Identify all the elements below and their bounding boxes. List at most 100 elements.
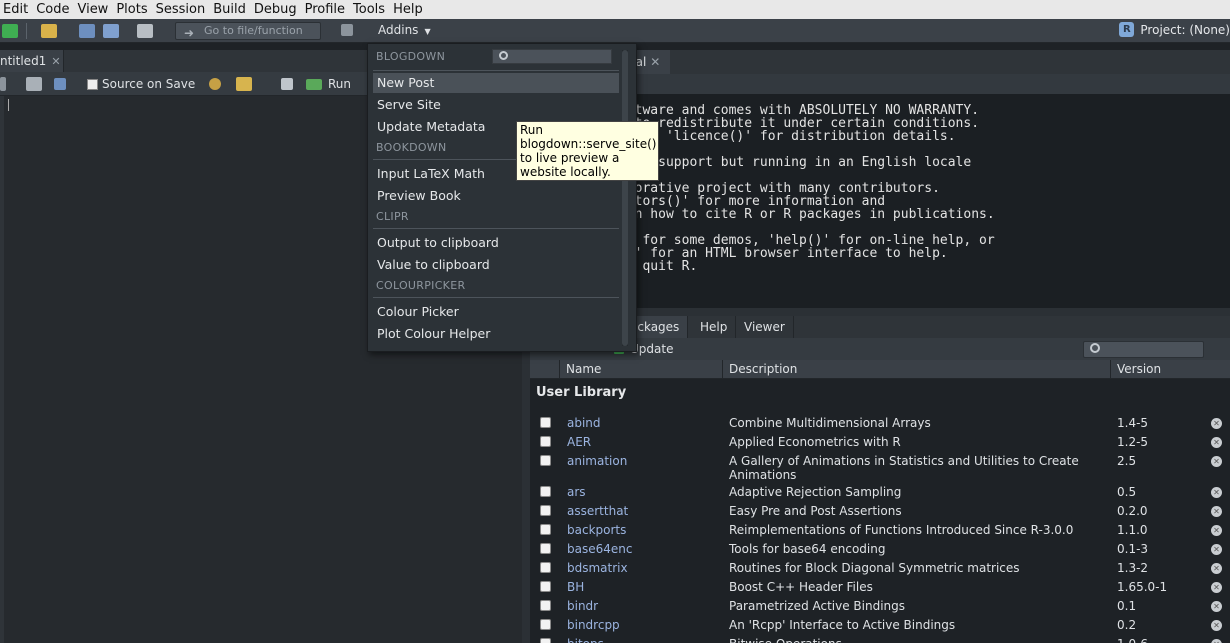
menu-item-new-post[interactable]: New Post [373,73,619,93]
back-icon[interactable] [0,76,6,91]
menu-item-colour-picker[interactable]: Colour Picker [373,302,619,322]
menu-tools[interactable]: Tools [350,0,390,19]
remove-package-icon[interactable]: ✕ [1211,506,1222,517]
package-checkbox[interactable] [540,600,551,611]
package-checkbox[interactable] [540,543,551,554]
package-name[interactable]: assertthat [567,504,628,518]
remove-package-icon[interactable]: ✕ [1211,437,1222,448]
save-icon[interactable] [54,77,66,90]
remove-package-icon[interactable]: ✕ [1211,525,1222,536]
search-icon[interactable] [209,78,221,90]
package-checkbox[interactable] [540,417,551,428]
save-all-icon[interactable] [103,23,119,38]
menu-build[interactable]: Build [210,0,251,19]
magic-wand-icon[interactable] [236,77,252,91]
package-name[interactable]: bitops [567,637,604,643]
packages-search-input[interactable] [1083,341,1204,358]
remove-package-icon[interactable]: ✕ [1211,582,1222,593]
table-row: abind Combine Multidimensional Arrays 1.4-… [530,414,1230,433]
addin-tooltip: Run blogdown::serve_site() to live previ… [516,121,659,181]
package-checkbox[interactable] [540,486,551,497]
remove-package-icon[interactable]: ✕ [1211,601,1222,612]
remove-package-icon[interactable]: ✕ [1211,639,1222,643]
scrollbar-thumb[interactable] [622,50,628,346]
package-checkbox[interactable] [540,562,551,573]
table-row: ars Adaptive Rejection Sampling 0.5 ✕ [530,483,1230,502]
project-selector[interactable]: R Project: (None) [1119,22,1230,37]
remove-package-icon[interactable]: ✕ [1211,487,1222,498]
menu-help[interactable]: Help [390,0,428,19]
package-checkbox[interactable] [540,436,551,447]
package-version: 1.65.0-1 [1117,580,1168,594]
tab-viewer[interactable]: Viewer [736,316,794,338]
addins-button[interactable]: Addins ▼ [378,23,431,37]
grid-layout-icon[interactable] [341,24,353,36]
run-button[interactable]: Run [306,77,351,91]
menu-profile[interactable]: Profile [302,0,350,19]
menu-scrollbar[interactable] [622,50,628,346]
close-icon[interactable]: ✕ [51,55,60,68]
tab-help[interactable]: Help [692,316,737,338]
show-in-window-icon[interactable] [26,76,42,91]
print-icon[interactable] [137,23,153,38]
remove-package-icon[interactable]: ✕ [1211,563,1222,574]
package-name[interactable]: abind [567,416,601,430]
close-icon[interactable]: ✕ [650,55,660,69]
addins-search-input[interactable] [492,49,612,64]
package-name[interactable]: ars [567,485,586,499]
table-row: assertthat Easy Pre and Post Assertions 0.… [530,502,1230,521]
package-name[interactable]: backports [567,523,626,537]
menu-item-preview-book[interactable]: Preview Book [373,186,619,206]
column-description[interactable]: Description [722,360,1111,379]
package-checkbox[interactable] [540,581,551,592]
menu-bar: Edit Code View Plots Session Build Debug… [0,0,1230,19]
goto-file-input[interactable]: ➜ Go to file/function [175,22,321,40]
main-toolbar: ➜ Go to file/function Addins ▼ R Project:… [0,19,1230,43]
editor-gutter [0,96,4,643]
column-name[interactable]: Name [559,360,723,379]
package-name[interactable]: BH [567,580,584,594]
package-checkbox[interactable] [540,524,551,535]
menu-edit[interactable]: Edit [0,0,33,19]
package-version: 0.1 [1117,599,1137,613]
package-description: Parametrized Active Bindings [729,599,906,613]
package-checkbox[interactable] [540,505,551,516]
menu-item-output-to-clipboard[interactable]: Output to clipboard [373,233,619,253]
remove-package-icon[interactable]: ✕ [1211,620,1222,631]
remove-package-icon[interactable]: ✕ [1211,544,1222,555]
checkbox-box[interactable] [87,78,98,90]
menu-view[interactable]: View [74,0,113,19]
remove-package-icon[interactable]: ✕ [1211,456,1222,467]
menu-item-plot-colour-helper[interactable]: Plot Colour Helper [373,324,619,344]
menu-session[interactable]: Session [153,0,211,19]
save-icon[interactable] [79,23,95,38]
package-checkbox[interactable] [540,619,551,630]
package-name[interactable]: AER [567,435,591,449]
package-name[interactable]: bindrcpp [567,618,620,632]
menu-item-value-to-clipboard[interactable]: Value to clipboard [373,255,619,275]
open-file-icon[interactable] [41,23,57,38]
package-checkbox[interactable] [540,455,551,466]
addins-label: Addins [378,23,419,37]
new-file-icon[interactable] [2,23,18,38]
package-version: 1.4-5 [1117,416,1149,430]
text-cursor [8,99,9,111]
table-row: AER Applied Econometrics with R 1.2-5 ✕ [530,433,1230,452]
table-row: bindrcpp An 'Rcpp' Interface to Active Bi… [530,616,1230,635]
remove-package-icon[interactable]: ✕ [1211,418,1222,429]
menu-debug[interactable]: Debug [251,0,302,19]
package-name[interactable]: animation [567,454,627,468]
package-version: 0.1-3 [1117,542,1149,556]
menu-plots[interactable]: Plots [113,0,152,19]
menu-code[interactable]: Code [33,0,74,19]
tab-untitled1[interactable]: ntitled1 ✕ [0,50,64,72]
package-name[interactable]: bdsmatrix [567,561,628,575]
menu-item-serve-site[interactable]: Serve Site [373,95,619,115]
package-name[interactable]: bindr [567,599,598,613]
package-name[interactable]: base64enc [567,542,632,556]
column-version[interactable]: Version [1110,360,1208,379]
package-version: 1.0-6 [1117,637,1148,643]
source-on-save-checkbox[interactable]: Source on Save [87,77,195,91]
compile-report-icon[interactable] [281,78,293,90]
package-checkbox[interactable] [540,638,551,643]
